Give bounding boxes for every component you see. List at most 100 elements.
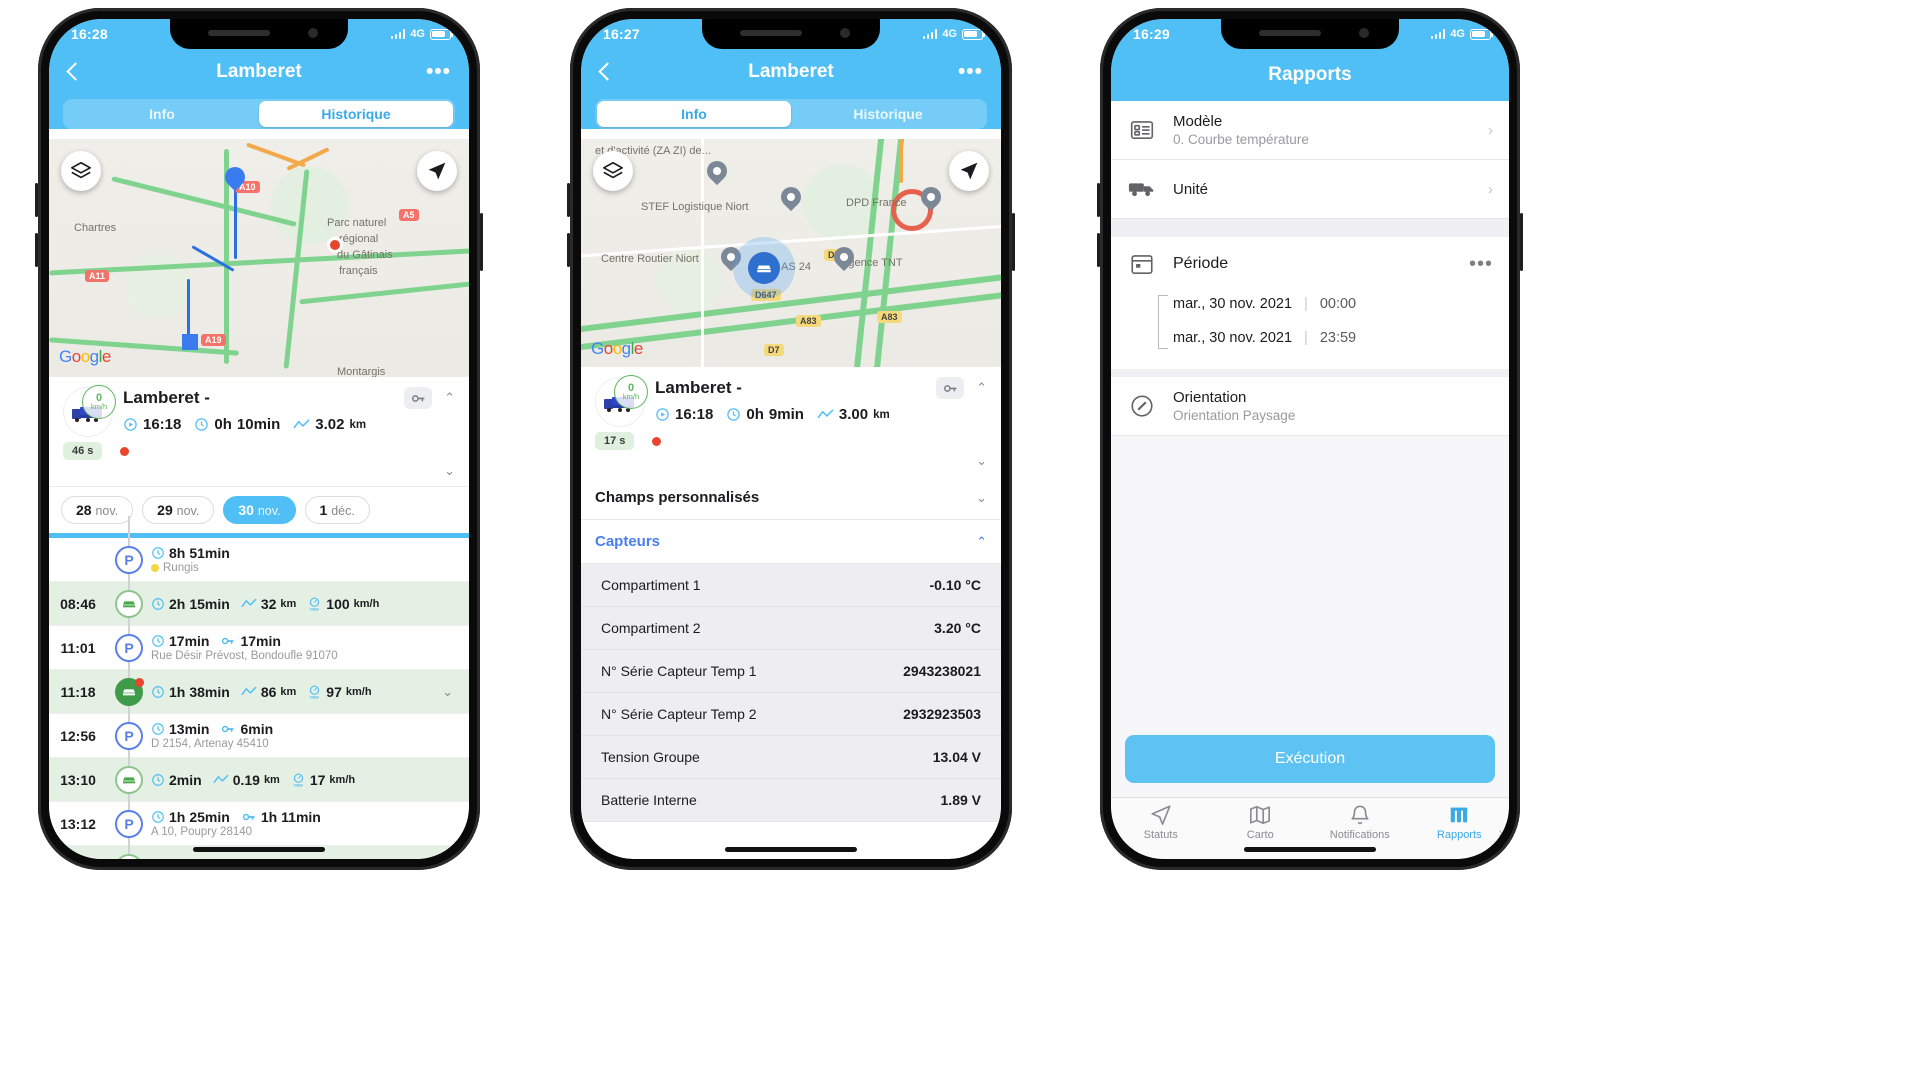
volume-up-button[interactable] — [35, 183, 38, 217]
layers-button[interactable] — [593, 151, 633, 191]
tab-statuts[interactable]: Statuts — [1111, 804, 1211, 841]
volume-up-button[interactable] — [1097, 183, 1100, 217]
section-sensors[interactable]: Capteurs ⌃ — [581, 520, 1001, 564]
tab-rapports[interactable]: Rapports — [1410, 804, 1510, 841]
svg-text:max: max — [310, 606, 319, 611]
row-title: Orientation — [1173, 389, 1247, 406]
tabbar-overflow-icon[interactable]: › — [1498, 824, 1503, 840]
collapse-chevron[interactable]: ⌃ — [976, 380, 987, 396]
tab-carto[interactable]: Carto — [1211, 804, 1311, 841]
map-view-2[interactable]: D647 D7 A83 A83 D7 et d'activité (ZA ZI)… — [581, 139, 1001, 367]
back-button[interactable] — [63, 61, 85, 83]
date-chip-2[interactable]: 30 nov. — [223, 496, 296, 524]
metric-duration: 8h 51min — [151, 545, 230, 561]
status-indicators: 4G — [922, 28, 985, 40]
map-label: français — [339, 265, 378, 277]
execute-button[interactable]: Exécution — [1125, 735, 1495, 783]
table-row[interactable]: 13:10 2min 0.19 km max 17 km/h — [49, 735, 469, 824]
sensor-value: -0.10 °C — [929, 577, 981, 593]
layers-button[interactable] — [61, 151, 101, 191]
locate-button[interactable] — [949, 151, 989, 191]
locate-button[interactable] — [417, 151, 457, 191]
power-button[interactable] — [1012, 213, 1015, 271]
row-text: Modèle 0. Courbe température — [1173, 113, 1472, 147]
trip-icon-column — [107, 559, 151, 648]
row-orientation[interactable]: Orientation Orientation Paysage — [1111, 377, 1509, 436]
distance-unit: km — [349, 418, 367, 431]
date-chip-0[interactable]: 28 nov. — [61, 496, 134, 524]
map-pin[interactable] — [702, 156, 732, 188]
to-time: 23:59 — [1319, 330, 1357, 346]
more-options-button[interactable]: ••• — [958, 61, 983, 82]
date-chip-3[interactable]: 1 déc. — [304, 496, 370, 524]
avatar: 0 km/h — [63, 385, 116, 437]
tab-info[interactable]: Info — [65, 101, 259, 127]
screenshot-root: 16:28 4G Lamberet ••• Info Historique A1… — [0, 0, 1920, 1080]
ignition-key-button[interactable] — [404, 387, 433, 409]
row-unite[interactable]: Unité › — [1111, 160, 1509, 219]
expand-chevron[interactable]: ⌄ — [444, 463, 455, 478]
trip-address: A 10, Poupry 28140 — [151, 826, 253, 838]
map-pin[interactable] — [916, 182, 946, 214]
key-icon — [222, 725, 235, 733]
table-row[interactable]: 08:46 2h 15min 32 km max 100 km/h — [49, 559, 469, 648]
to-date: mar., 30 nov. 2021 — [1173, 330, 1293, 346]
map-label: du Gâtinais — [337, 249, 393, 261]
row-expand-chevron[interactable]: ⌄ — [442, 684, 461, 700]
volume-down-button[interactable] — [35, 233, 38, 267]
table-row[interactable]: 12:56 P 13min 6min D 2154, Artenay 45410 — [49, 691, 469, 780]
metric-max-speed: max 17 km/h — [291, 772, 355, 788]
map-view-1[interactable]: A10 A5 A11 A19 Chartres Parc naturel rég… — [49, 139, 469, 377]
row-title: Modèle — [1173, 113, 1223, 130]
period-to[interactable]: mar., 30 nov. 2021 | 23:59 — [1173, 321, 1493, 355]
list-item: Tension Groupe 13.04 V — [581, 736, 1001, 779]
trip-body: 2min 0.19 km max 17 km/h — [151, 772, 461, 788]
collapse-chevron[interactable]: ⌃ — [444, 390, 455, 406]
section-custom-fields[interactable]: Champs personnalisés ⌄ — [581, 476, 1001, 520]
more-options-button[interactable]: ••• — [426, 61, 451, 82]
map-pin[interactable] — [776, 182, 806, 214]
map-pin[interactable] — [829, 242, 859, 274]
duration-hours: 1h — [169, 683, 186, 700]
table-row[interactable]: 13:12 P 1h 25min 1h 11min A 10, Poupry 2… — [49, 779, 469, 859]
tab-historique[interactable]: Historique — [791, 101, 985, 127]
road-shield: A83 — [877, 311, 902, 323]
metric-ignition-duration: 1h 11min — [241, 809, 321, 825]
battery-icon — [962, 28, 985, 40]
date-chip-1[interactable]: 29 nov. — [142, 496, 215, 524]
key-icon — [242, 813, 255, 821]
table-row[interactable]: 11:01 P 17min 17min Rue Désir Prévost, B… — [49, 603, 469, 692]
volume-up-button[interactable] — [567, 183, 570, 217]
phone-1: 16:28 4G Lamberet ••• Info Historique A1… — [35, 8, 483, 870]
volume-down-button[interactable] — [1097, 233, 1100, 267]
period-more-button[interactable]: ••• — [1469, 254, 1493, 274]
svg-text:max: max — [294, 782, 303, 787]
duration-minutes: 13min — [169, 721, 210, 737]
expand-chevron[interactable]: ⌄ — [976, 453, 987, 468]
tab-info[interactable]: Info — [597, 101, 791, 127]
duration-hours: 0h — [214, 416, 232, 433]
table-row[interactable]: 11:18 1h 38min 86 km max 97 km/h ⌄ — [49, 647, 469, 736]
stat-start-time: 16:18 — [123, 416, 181, 433]
trip-time: 08:46 — [60, 595, 96, 612]
distance-value: 86 — [260, 683, 277, 700]
trip-metrics: 1h 38min 86 km max 97 km/h — [151, 684, 442, 700]
ignition-duration: 17min — [240, 633, 281, 649]
power-button[interactable] — [480, 213, 483, 271]
metric-duration: 1h 25min — [151, 809, 230, 825]
back-button[interactable] — [595, 61, 617, 83]
ignition-key-button[interactable] — [936, 377, 965, 399]
status-bar-2: 16:27 4G — [581, 19, 1001, 49]
volume-down-button[interactable] — [567, 233, 570, 267]
row-text: Orientation Orientation Paysage — [1173, 389, 1493, 423]
road-shield: A83 — [796, 315, 821, 327]
duration-minutes: 38min — [189, 683, 230, 700]
table-row[interactable]: P 8h 51min Rungis — [49, 515, 469, 604]
row-modele[interactable]: Modèle 0. Courbe température › — [1111, 101, 1509, 160]
power-button[interactable] — [1520, 213, 1523, 271]
tab-historique[interactable]: Historique — [259, 101, 453, 127]
tab-notifications[interactable]: Notifications — [1310, 804, 1410, 841]
period-from[interactable]: mar., 30 nov. 2021 | 00:00 — [1173, 287, 1493, 321]
trip-address-row: Rue Désir Prévost, Bondoufle 91070 — [151, 650, 461, 662]
tab-label: Notifications — [1329, 829, 1390, 841]
